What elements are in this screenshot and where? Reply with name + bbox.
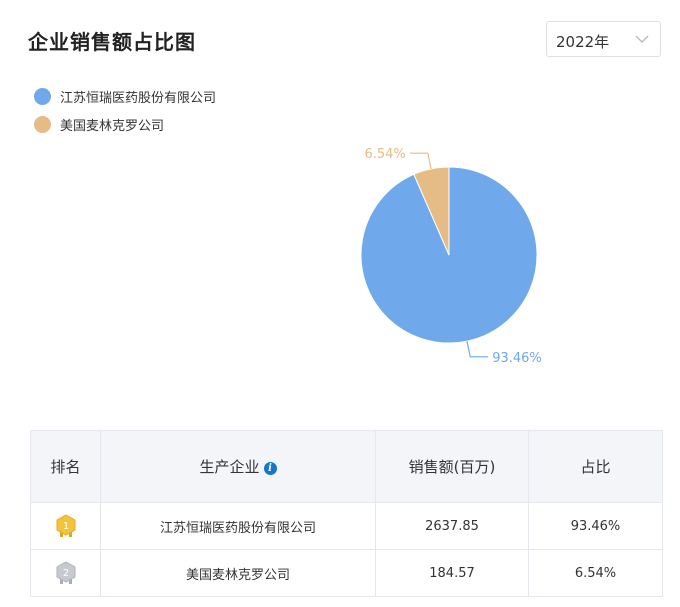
- legend-dot-icon: [34, 87, 51, 105]
- page-title: 企业销售额占比图: [28, 30, 196, 54]
- company-cell: 美国麦林克罗公司: [100, 549, 376, 597]
- column-header-company: 生产企业 i: [100, 430, 376, 503]
- share-cell: 93.46%: [528, 502, 663, 550]
- share-cell: 6.54%: [528, 549, 663, 597]
- year-select-value: 2022年: [556, 33, 610, 51]
- legend-label: 美国麦林克罗公司: [60, 118, 165, 134]
- medal-rank-label: 2: [62, 568, 68, 579]
- pie-chart: 93.46% 6.54%: [360, 147, 542, 366]
- sales-cell: 184.57: [375, 549, 529, 597]
- medal-rank-label: 1: [62, 521, 68, 532]
- chevron-down-icon: [635, 35, 649, 43]
- legend-dot-icon: [34, 115, 51, 133]
- column-header-sales: 销售额(百万): [375, 430, 529, 503]
- rank-cell: 1: [30, 502, 101, 550]
- year-select[interactable]: 2022年: [546, 21, 661, 57]
- pie-leader-line: [409, 152, 432, 169]
- table-row: 1 江苏恒瑞医药股份有限公司 2637.85 93.46%: [30, 502, 663, 550]
- silver-medal-icon: 2: [56, 561, 75, 584]
- info-icon[interactable]: i: [263, 462, 277, 475]
- legend-item[interactable]: 美国麦林克罗公司: [34, 114, 216, 134]
- pie-data-label: 6.54%: [364, 147, 405, 162]
- table-header-row: 排名 生产企业 i 销售额(百万) 占比: [30, 430, 663, 503]
- sales-cell: 2637.85: [375, 502, 529, 550]
- pie-data-label: 93.46%: [492, 351, 542, 366]
- column-header-rank: 排名: [30, 430, 101, 503]
- pie-leader-line: [466, 341, 489, 358]
- legend-label: 江苏恒瑞医药股份有限公司: [60, 90, 217, 106]
- sales-table: 排名 生产企业 i 销售额(百万) 占比 1 江苏恒瑞医药股份有限公司 2637.…: [30, 430, 663, 597]
- chart-legend: 江苏恒瑞医药股份有限公司 美国麦林克罗公司: [34, 86, 216, 142]
- legend-item[interactable]: 江苏恒瑞医药股份有限公司: [34, 86, 216, 106]
- column-header-share: 占比: [528, 430, 663, 503]
- table-row: 2 美国麦林克罗公司 184.57 6.54%: [30, 549, 663, 597]
- column-header-company-label: 生产企业: [199, 458, 260, 476]
- rank-cell: 2: [30, 549, 101, 597]
- gold-medal-icon: 1: [56, 514, 75, 537]
- company-cell: 江苏恒瑞医药股份有限公司: [100, 502, 376, 550]
